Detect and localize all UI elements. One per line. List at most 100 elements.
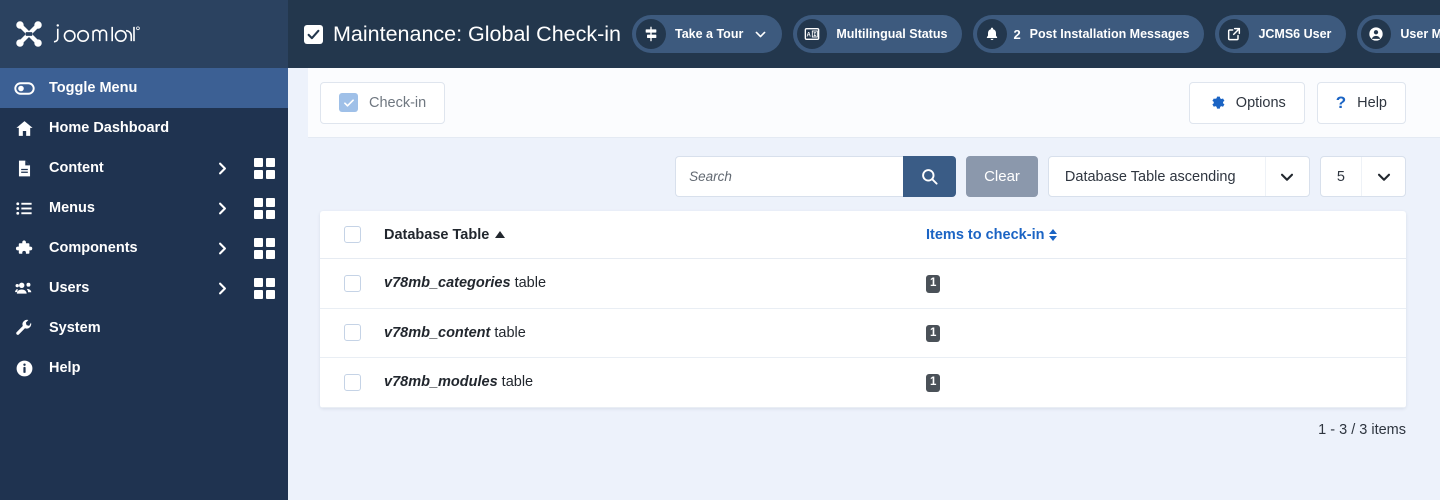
checkbox-checked-icon [304, 24, 323, 44]
post-installation-messages-button[interactable]: 2 Post Installation Messages [973, 15, 1205, 53]
grid-icon[interactable] [254, 277, 276, 299]
user-circle-icon [1361, 19, 1392, 49]
page-title: Maintenance: Global Check-in [304, 22, 621, 47]
check-in-label: Check-in [369, 94, 427, 111]
row-select-cell [320, 258, 382, 309]
search-icon [922, 169, 938, 185]
document-icon [14, 159, 35, 178]
database-table-header-label: Database Table [384, 226, 490, 243]
puzzle-icon [14, 239, 35, 258]
question-mark-icon: ? [1335, 92, 1347, 112]
translate-icon: A [797, 19, 828, 49]
bell-icon [977, 19, 1008, 49]
main-inner: Check-in Options ? Help Search Clear Dat… [308, 68, 1440, 500]
header-actions: Maintenance: Global Check-in Take a Tour [288, 0, 1440, 68]
options-button[interactable]: Options [1188, 81, 1305, 124]
items-to-checkin-header-label: Items to check-in [926, 226, 1045, 243]
top-header-bar: Maintenance: Global Check-in Take a Tour [0, 0, 1440, 68]
help-button[interactable]: ? Help [1316, 81, 1406, 124]
sidebar-item-users[interactable]: Users [0, 268, 288, 308]
main-content: Check-in Options ? Help Search Clear Dat… [288, 68, 1440, 500]
items-count-badge: 1 [926, 374, 941, 392]
sidebar-item-system[interactable]: System [0, 308, 288, 348]
caret-up-icon [495, 231, 506, 238]
row-items-cell: 1 [926, 357, 1406, 408]
multilingual-status-label: Multilingual Status [836, 27, 948, 41]
sidebar-label: System [49, 320, 101, 336]
chevron-down-icon [1264, 157, 1309, 196]
sidebar-label: Home Dashboard [49, 120, 170, 136]
sidebar-item-components[interactable]: Components [0, 228, 288, 268]
database-table-name: v78mb_modules [384, 374, 498, 391]
user-menu-label: User Menu [1400, 27, 1440, 41]
database-table-suffix: table [497, 374, 534, 391]
sort-by-database-table[interactable]: Database Table [384, 226, 506, 243]
sort-order-value: Database Table ascending [1064, 168, 1236, 185]
database-table-name: v78mb_categories [384, 275, 511, 292]
info-circle-icon [14, 359, 35, 378]
database-table-name: v78mb_content [384, 324, 491, 341]
check-in-button[interactable]: Check-in [320, 81, 446, 124]
sidebar-label: Help [49, 360, 81, 376]
items-to-checkin-header: Items to check-in [926, 211, 1406, 259]
row-checkbox[interactable] [344, 373, 361, 391]
database-table-header: Database Table [382, 211, 926, 259]
grid-icon[interactable] [254, 157, 276, 179]
options-label: Options [1235, 94, 1286, 111]
signpost-icon [636, 19, 667, 49]
row-select-cell [320, 308, 382, 358]
brand-area[interactable] [0, 0, 288, 68]
chevron-right-icon[interactable] [212, 281, 232, 296]
select-all-checkbox[interactable] [344, 226, 361, 243]
site-preview-button[interactable]: JCMS6 User [1215, 15, 1347, 53]
checkin-table: Database Table Items to check-in v78mb_c… [320, 211, 1406, 408]
search-input[interactable] [675, 156, 904, 197]
sort-by-items-to-checkin[interactable]: Items to check-in [926, 226, 1058, 243]
user-menu-button[interactable]: User Menu [1357, 15, 1440, 53]
sidebar-item-help[interactable]: Help [0, 348, 288, 388]
pagination-summary: 1 - 3 / 3 items [1318, 421, 1406, 438]
users-icon [14, 279, 35, 298]
list-limit-select[interactable]: 5 [1319, 156, 1406, 197]
body-wrapper: Toggle Menu Home Dashboard Content Menus… [0, 68, 1440, 500]
clear-filters-button[interactable]: Clear [966, 156, 1038, 197]
row-checkbox[interactable] [344, 324, 361, 342]
notification-count: 2 [1013, 26, 1021, 42]
joomla-logo[interactable] [12, 17, 163, 51]
row-items-cell: 1 [926, 308, 1406, 358]
joomla-logo-icon [16, 21, 42, 47]
list-limit-value: 5 [1336, 168, 1345, 185]
sidebar-item-menus[interactable]: Menus [0, 188, 288, 228]
sidebar-toggle-menu[interactable]: Toggle Menu [0, 68, 288, 108]
chevron-right-icon[interactable] [212, 201, 232, 216]
sidebar-label: Content [49, 160, 104, 176]
table-head: Database Table Items to check-in [320, 211, 1406, 259]
toggle-switch-icon [14, 81, 35, 95]
grid-icon[interactable] [254, 237, 276, 259]
joomla-wordmark [53, 23, 140, 42]
help-label: Help [1357, 94, 1387, 111]
post-installation-messages-label: Post Installation Messages [1029, 27, 1190, 41]
multilingual-status-button[interactable]: A Multilingual Status [793, 15, 963, 53]
sort-order-select[interactable]: Database Table ascending [1047, 156, 1310, 197]
caret-updown-icon [1049, 228, 1058, 241]
chevron-right-icon[interactable] [212, 161, 232, 176]
row-checkbox[interactable] [344, 274, 361, 292]
sidebar-label: Users [49, 280, 90, 296]
table-row: v78mb_categories table 1 [320, 258, 1406, 309]
take-a-tour-button[interactable]: Take a Tour [632, 15, 783, 53]
list-icon [14, 199, 35, 218]
row-database-table-cell: v78mb_modules table [382, 357, 926, 408]
table-row: v78mb_content table 1 [320, 308, 1406, 358]
grid-icon[interactable] [254, 197, 276, 219]
sidebar-item-home-dashboard[interactable]: Home Dashboard [0, 108, 288, 148]
sidebar-item-content[interactable]: Content [0, 148, 288, 188]
checkbox-checked-icon [339, 93, 358, 112]
chevron-right-icon[interactable] [212, 241, 232, 256]
site-name-label: JCMS6 User [1258, 27, 1332, 41]
items-count-badge: 1 [926, 324, 941, 342]
table-body: v78mb_categories table 1 v78mb_content t… [320, 258, 1406, 408]
row-database-table-cell: v78mb_categories table [382, 258, 926, 309]
search-button[interactable] [903, 156, 957, 197]
toggle-menu-label: Toggle Menu [49, 80, 138, 96]
